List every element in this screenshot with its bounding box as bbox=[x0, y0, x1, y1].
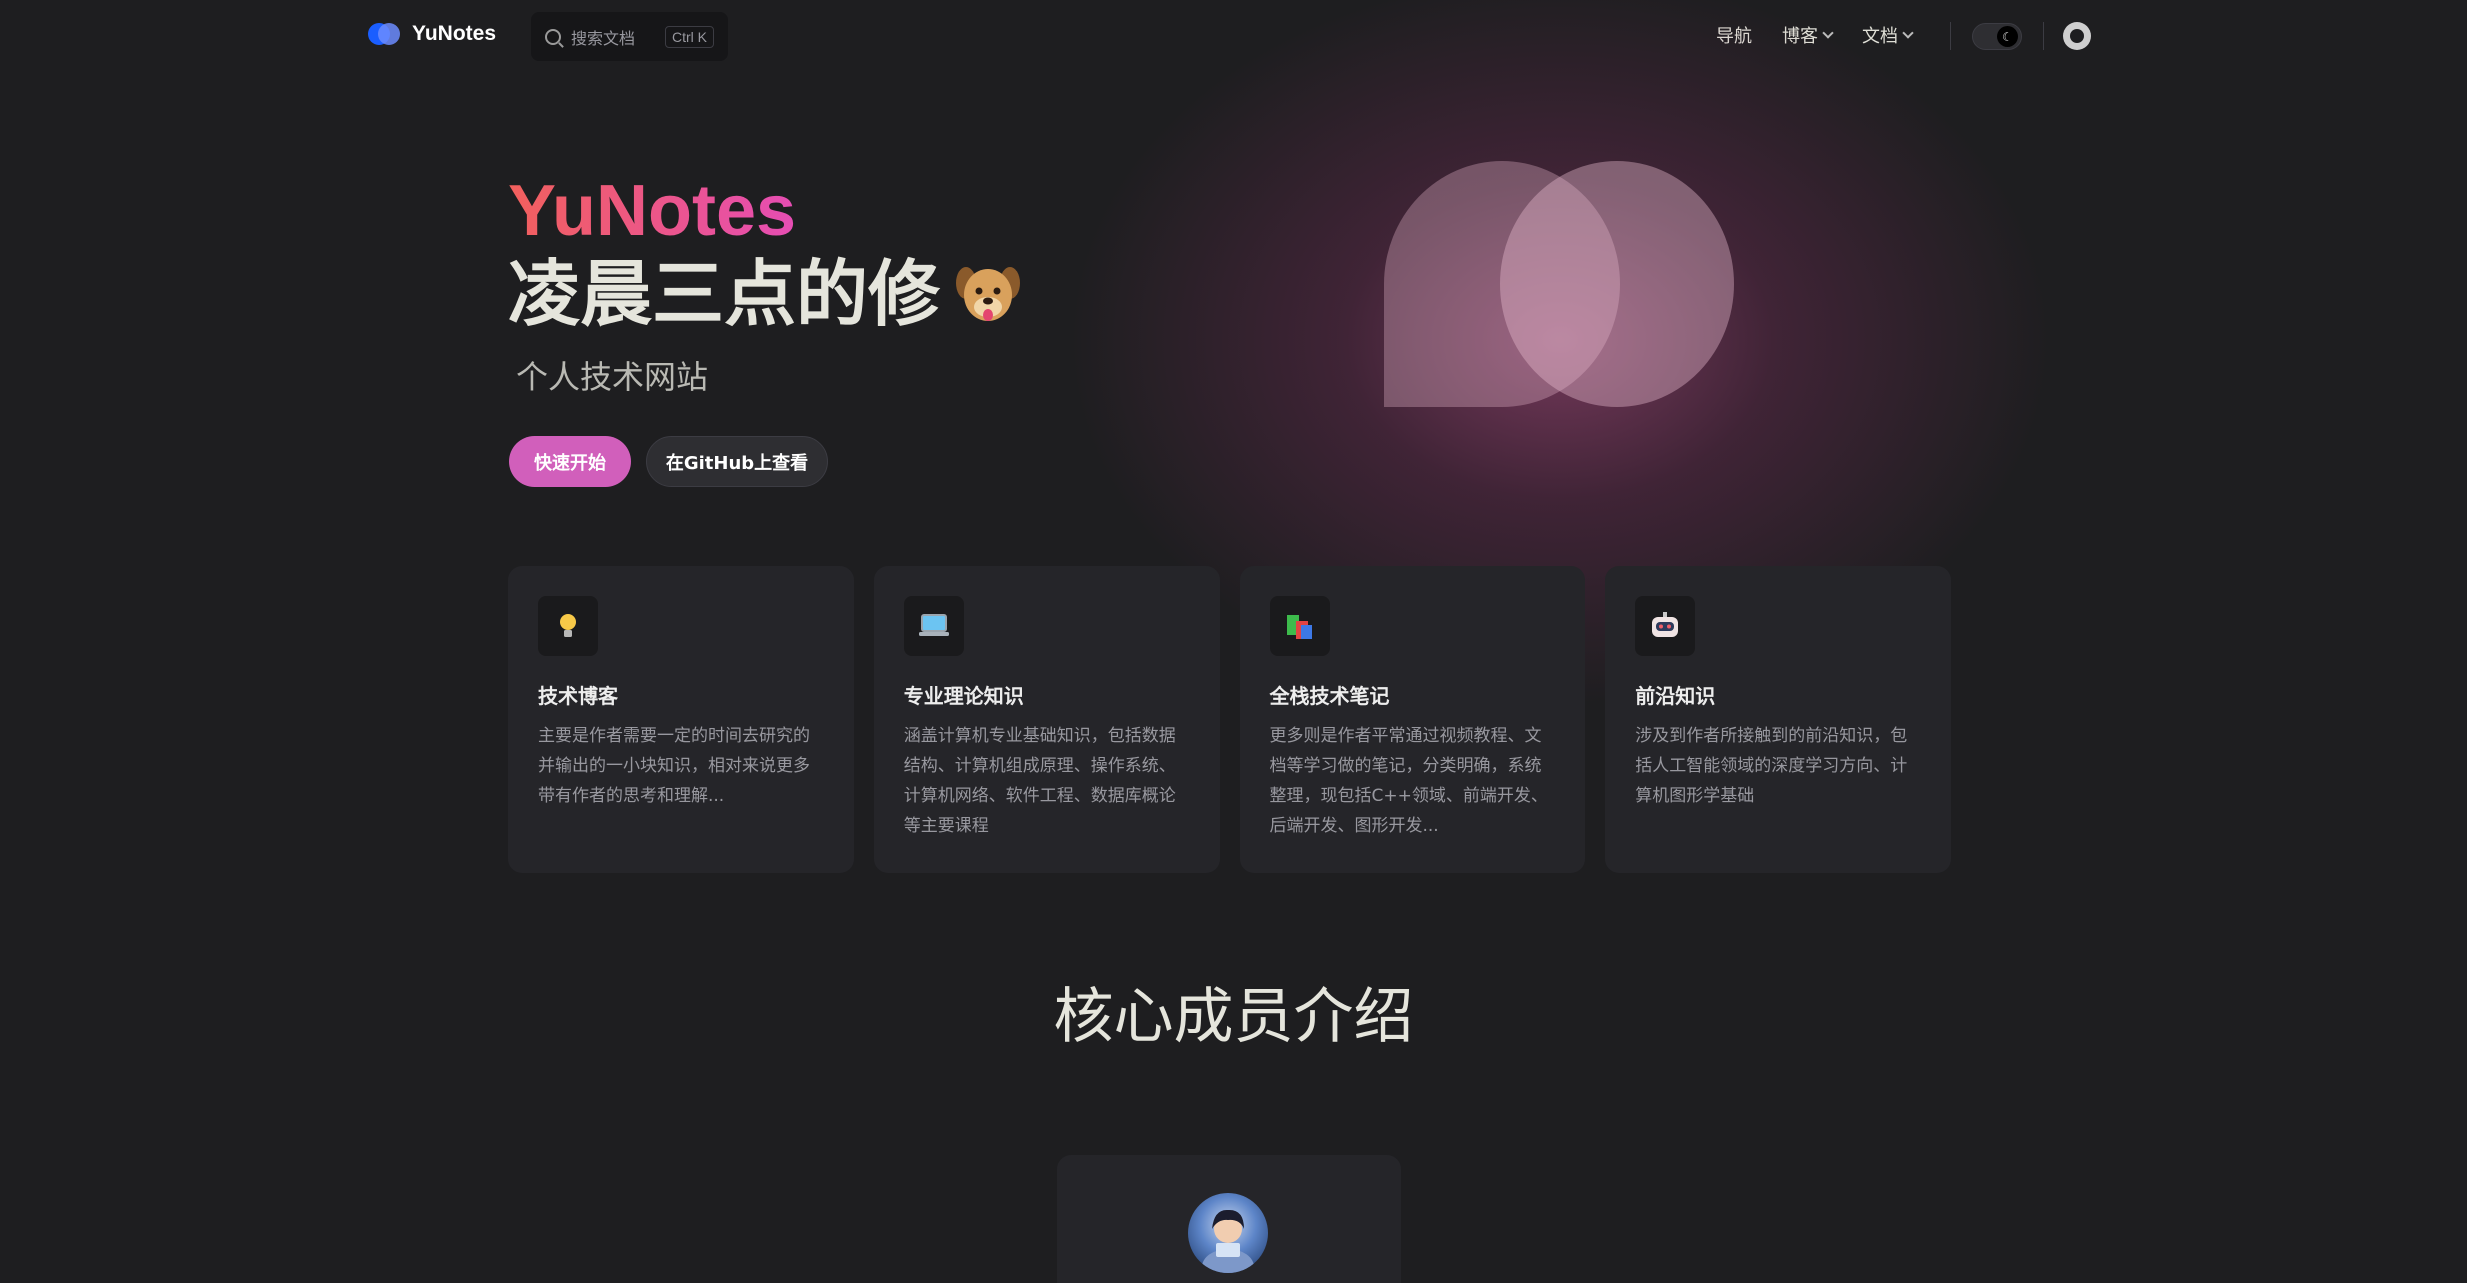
laptop-icon bbox=[903, 596, 964, 656]
hero-name: YuNotes bbox=[508, 171, 797, 251]
search-shortcut: Ctrl K bbox=[665, 25, 714, 48]
hero-text-label: 凌晨三点的修 bbox=[508, 252, 941, 336]
lightbulb-icon bbox=[538, 596, 598, 656]
logo-icon bbox=[368, 23, 400, 45]
hero-logo-image bbox=[1384, 161, 1734, 407]
feature-details: 涉及到作者所接触到的前沿知识，包括人工智能领域的深度学习方向、计算机图形学基础 bbox=[1635, 726, 1908, 806]
section-title: 核心成员介绍 bbox=[1053, 982, 1414, 1052]
hero-text: 凌晨三点的修 bbox=[508, 252, 1022, 336]
feature-details: 涵盖计算机专业基础知识，包括数据结构、计算机组成原理、操作系统、计算机网络、软件… bbox=[903, 726, 1176, 836]
features-grid: 技术博客 主要是作者需要一定的时间去研究的并输出的一小块知识，相对来说更多带有作… bbox=[508, 566, 1951, 873]
site-logo[interactable]: YuNotes bbox=[368, 22, 496, 46]
feature-card[interactable]: 前沿知识 涉及到作者所接触到的前沿知识，包括人工智能领域的深度学习方向、计算机图… bbox=[1605, 566, 1951, 873]
feature-title: 全栈技术笔记 bbox=[1269, 684, 1390, 708]
feature-title: 专业理论知识 bbox=[903, 684, 1024, 708]
feature-title: 前沿知识 bbox=[1635, 684, 1716, 708]
feature-card[interactable]: 专业理论知识 涵盖计算机专业基础知识，包括数据结构、计算机组成原理、操作系统、计… bbox=[873, 566, 1220, 873]
dog-face-icon bbox=[956, 266, 1021, 321]
feature-card[interactable]: 技术博客 主要是作者需要一定的时间去研究的并输出的一小块知识，相对来说更多带有作… bbox=[508, 566, 854, 873]
feature-card[interactable]: 全栈技术笔记 更多则是作者平常通过视频教程、文档等学习做的笔记，分类明确，系统整… bbox=[1239, 566, 1586, 873]
feature-details: 主要是作者需要一定的时间去研究的并输出的一小块知识，相对来说更多带有作者的思考和… bbox=[538, 726, 810, 806]
feature-details: 更多则是作者平常通过视频教程、文档等学习做的笔记，分类明确，系统整理，现包括C+… bbox=[1269, 726, 1548, 836]
search-icon bbox=[545, 28, 561, 45]
view-on-github-button[interactable]: 在GitHub上查看 bbox=[646, 436, 828, 487]
site-title: YuNotes bbox=[412, 22, 497, 45]
robot-icon bbox=[1635, 596, 1696, 656]
books-icon bbox=[1269, 596, 1330, 656]
avatar bbox=[1188, 1193, 1268, 1273]
search-button[interactable]: 搜索文档 Ctrl K bbox=[531, 12, 728, 61]
get-started-button[interactable]: 快速开始 bbox=[509, 436, 631, 487]
search-placeholder: 搜索文档 bbox=[571, 28, 636, 48]
feature-title: 技术博客 bbox=[538, 684, 618, 708]
hero-tagline: 个人技术网站 bbox=[516, 358, 709, 396]
